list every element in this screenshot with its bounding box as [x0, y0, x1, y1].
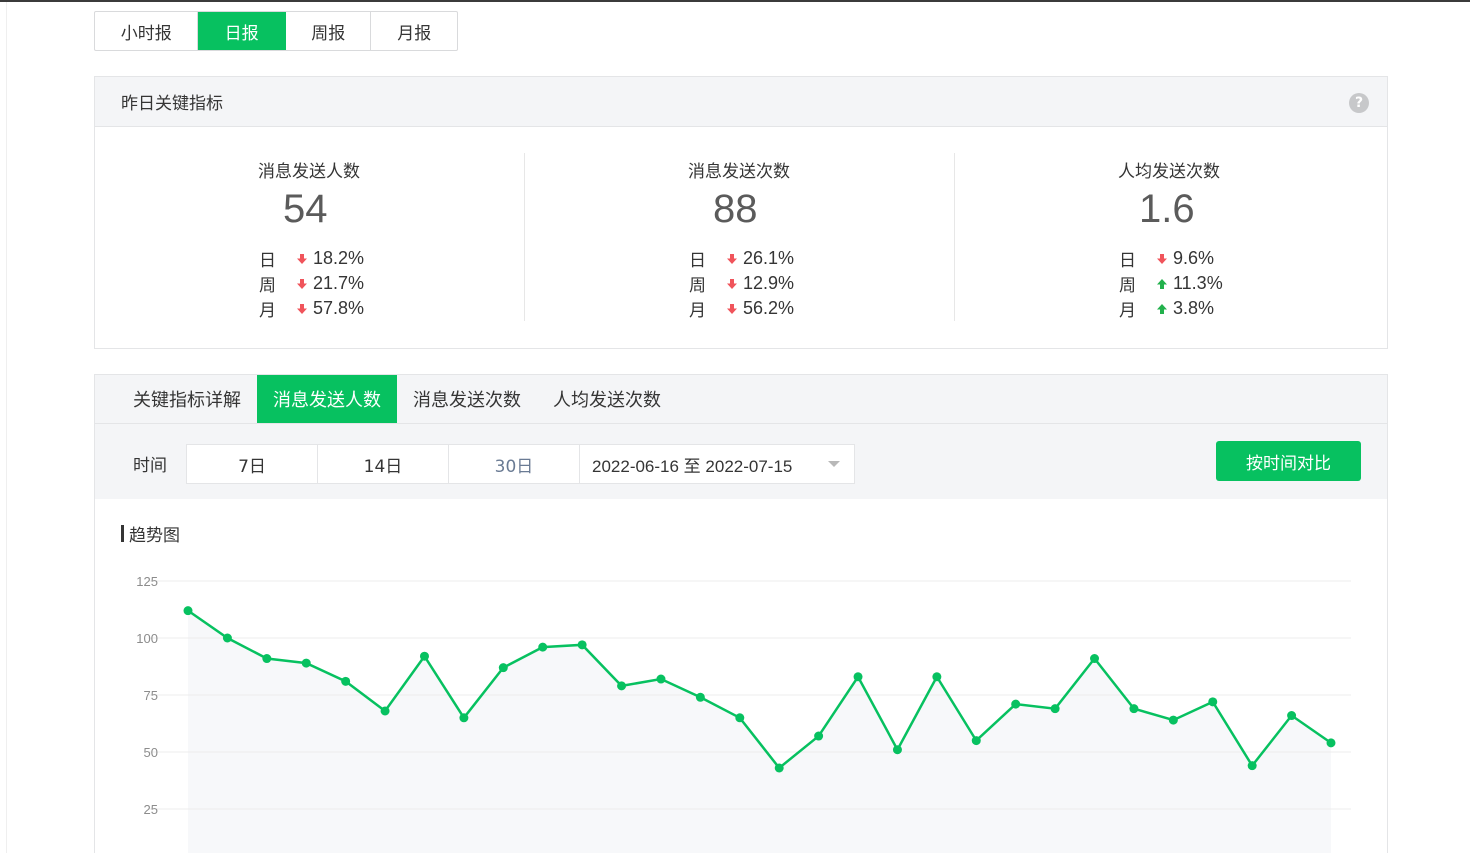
metric-row-pct: 11.3%	[1173, 272, 1223, 293]
metric-row-pct: 26.1%	[743, 247, 795, 268]
metric-row-day: 日 9.6%	[1119, 247, 1215, 271]
left-border	[6, 2, 7, 853]
top-border	[0, 0, 1470, 2]
metric-row-label: 周	[689, 275, 706, 296]
tab-daily-report[interactable]: 日报	[198, 12, 286, 50]
data-point[interactable]	[301, 658, 311, 668]
tab-hourly-report[interactable]: 小时报	[95, 12, 199, 50]
data-point[interactable]	[419, 651, 429, 661]
metric-row-week: 周 11.3%	[1119, 272, 1223, 296]
metric-card-sends: 消息发送次数 88 日 26.1% 周 12.9% 月 56.2%	[525, 127, 955, 349]
metric-row-pct: 9.6%	[1173, 247, 1215, 268]
data-point[interactable]	[183, 606, 193, 616]
trend-area	[188, 610, 1331, 853]
metric-detail-panel: 关键指标详解 消息发送人数 消息发送次数 人均发送次数 时间 7日 14日 30…	[94, 374, 1388, 853]
help-icon[interactable]: ?	[1349, 93, 1369, 113]
key-metrics-title: 昨日关键指标	[121, 94, 223, 114]
y-tick-label: 125	[136, 574, 158, 589]
metric-title: 人均发送次数	[1118, 162, 1220, 182]
y-tick-label: 50	[144, 745, 158, 760]
data-point[interactable]	[735, 713, 745, 723]
data-point[interactable]	[538, 642, 548, 652]
metric-value: 54	[283, 187, 328, 231]
metric-row-pct: 56.2%	[743, 297, 795, 318]
metric-row-pct: 21.7%	[313, 272, 365, 293]
metric-row-month: 月 56.2%	[689, 297, 795, 321]
data-point[interactable]	[262, 654, 272, 664]
metric-title: 消息发送人数	[258, 162, 360, 182]
key-metrics-body: 消息发送人数 54 日 18.2% 周 21.7% 月 57.8% 消息发送次数…	[95, 127, 1387, 349]
data-point[interactable]	[617, 681, 627, 691]
key-metrics-header: 昨日关键指标 ?	[95, 77, 1387, 127]
tab-monthly-report[interactable]: 月报	[371, 12, 457, 50]
data-point[interactable]	[1326, 738, 1336, 748]
metric-row-label: 日	[1119, 250, 1136, 271]
data-point[interactable]	[1208, 697, 1218, 707]
arrow-down-icon	[725, 251, 739, 265]
data-point[interactable]	[1090, 654, 1100, 664]
data-point[interactable]	[577, 640, 587, 650]
data-point[interactable]	[1168, 715, 1178, 725]
metric-row-pct: 57.8%	[313, 297, 365, 318]
data-point[interactable]	[853, 672, 863, 682]
metric-row-week: 周 12.9%	[689, 272, 795, 296]
metric-row-label: 周	[1119, 275, 1136, 296]
data-point[interactable]	[1247, 761, 1257, 771]
metric-row-pct: 18.2%	[313, 247, 365, 268]
arrow-up-icon	[1155, 276, 1169, 290]
arrow-down-icon	[295, 276, 309, 290]
metric-row-month: 月 3.8%	[1119, 297, 1215, 321]
metric-row-week: 周 21.7%	[259, 272, 365, 296]
data-point[interactable]	[695, 692, 705, 702]
data-point[interactable]	[222, 633, 232, 643]
metric-row-label: 日	[259, 250, 276, 271]
arrow-down-icon	[1155, 251, 1169, 265]
metric-row-label: 月	[1119, 300, 1136, 321]
metric-row-label: 月	[689, 300, 706, 321]
metric-value: 88	[713, 187, 758, 231]
data-point[interactable]	[1129, 704, 1139, 714]
arrow-down-icon	[725, 276, 739, 290]
data-point[interactable]	[892, 745, 902, 755]
data-point[interactable]	[932, 672, 942, 682]
data-point[interactable]	[1050, 704, 1060, 714]
data-point[interactable]	[774, 763, 784, 773]
data-point[interactable]	[814, 731, 824, 741]
y-tick-label: 25	[144, 802, 158, 817]
metric-row-month: 月 57.8%	[259, 297, 365, 321]
y-tick-label: 100	[136, 631, 158, 646]
metric-value: 1.6	[1139, 187, 1195, 231]
report-period-tabs: 小时报 日报 周报 月报	[94, 11, 458, 51]
arrow-up-icon	[1155, 301, 1169, 315]
metric-row-pct: 3.8%	[1173, 297, 1215, 318]
metric-row-label: 月	[259, 300, 276, 321]
data-point[interactable]	[498, 663, 508, 673]
data-point[interactable]	[341, 676, 351, 686]
metric-row-day: 日 26.1%	[689, 247, 795, 271]
data-point[interactable]	[459, 713, 469, 723]
metric-row-label: 周	[259, 275, 276, 296]
data-point[interactable]	[656, 674, 666, 684]
arrow-down-icon	[295, 251, 309, 265]
data-point[interactable]	[971, 736, 981, 746]
tab-weekly-report[interactable]: 周报	[286, 12, 372, 50]
metric-title: 消息发送次数	[688, 162, 790, 182]
arrow-down-icon	[295, 301, 309, 315]
data-point[interactable]	[1011, 699, 1021, 709]
metric-row-day: 日 18.2%	[259, 247, 365, 271]
metric-row-label: 日	[689, 250, 706, 271]
data-point[interactable]	[1287, 711, 1297, 721]
metric-card-avg-sends: 人均发送次数 1.6 日 9.6% 周 11.3% 月 3.8%	[955, 127, 1385, 349]
metric-card-senders: 消息发送人数 54 日 18.2% 周 21.7% 月 57.8%	[95, 127, 525, 349]
key-metrics-panel: 昨日关键指标 ? 消息发送人数 54 日 18.2% 周 21.7% 月 57.…	[94, 76, 1388, 349]
data-point[interactable]	[380, 706, 390, 716]
y-tick-label: 75	[144, 688, 158, 703]
metric-row-pct: 12.9%	[743, 272, 795, 293]
trend-chart: 125 100 75 50 25	[136, 574, 1351, 853]
arrow-down-icon	[725, 301, 739, 315]
